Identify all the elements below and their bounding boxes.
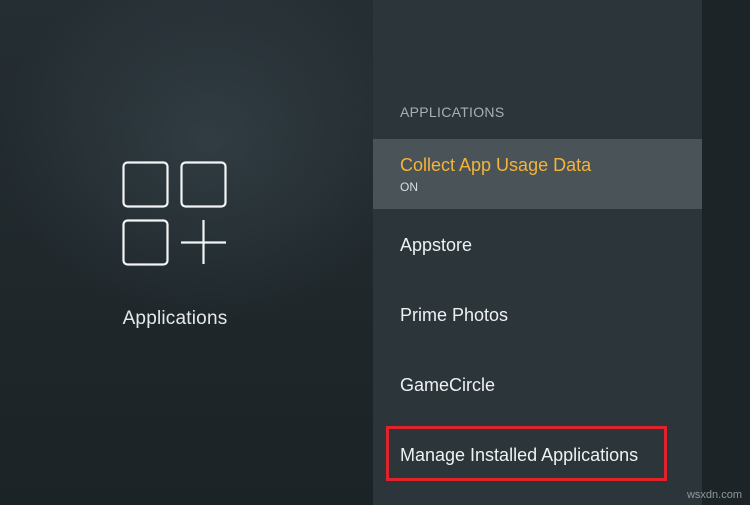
menu-item-prime-photos[interactable]: Prime Photos [373,295,702,335]
menu-item-label: GameCircle [400,375,496,395]
menu-item-appstore[interactable]: Appstore [373,225,702,265]
menu-item-label: Prime Photos [400,305,509,325]
section-header: APPLICATIONS [400,104,505,120]
menu-item-gamecircle[interactable]: GameCircle [373,365,702,405]
menu-item-collect-app-usage-data[interactable]: Collect App Usage Data ON [373,139,702,209]
highlight-box [386,426,667,481]
watermark: wsxdn.com [686,489,742,501]
menu-item-label: Collect App Usage Data [400,155,592,175]
menu-item-status: ON [400,180,418,194]
applications-grid-icon [122,161,227,266]
category-pane: Applications [0,0,373,505]
menu-item-label: Appstore [400,235,473,255]
category-title: Applications [122,308,228,329]
right-edge-strip [702,0,750,505]
